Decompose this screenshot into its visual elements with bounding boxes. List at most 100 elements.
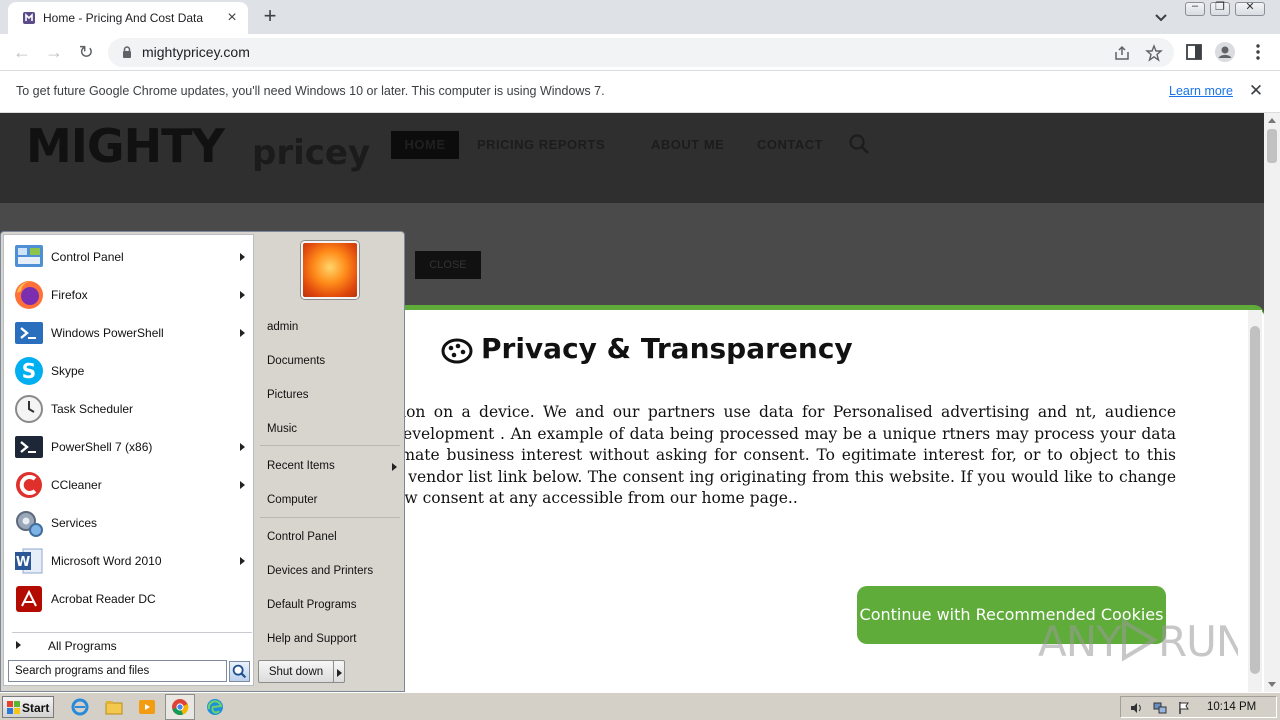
program-skype[interactable]: S Skype [10, 353, 254, 389]
start-item-devices-printers[interactable]: Devices and Printers [267, 565, 373, 577]
start-item-documents[interactable]: Documents [267, 355, 325, 367]
program-powershell-7[interactable]: PowerShell 7 (x86) [10, 429, 254, 465]
nav-home[interactable]: HOME [391, 131, 459, 159]
taskbar-chrome[interactable] [165, 694, 195, 720]
site-logo-sub[interactable]: pricey [252, 133, 370, 173]
profile-avatar-icon[interactable] [1215, 42, 1235, 62]
network-icon[interactable] [1153, 701, 1167, 715]
page-scrollbar[interactable] [1264, 113, 1280, 692]
start-search-input[interactable]: Search programs and files [8, 660, 227, 682]
taskbar-clock[interactable]: 10:14 PM [1207, 701, 1256, 713]
firefox-icon [15, 281, 43, 309]
site-favicon-icon [23, 12, 35, 24]
ccleaner-icon [16, 472, 42, 498]
all-programs-item[interactable]: All Programs [12, 632, 252, 653]
scroll-up-icon[interactable] [1268, 118, 1276, 123]
all-programs-label: All Programs [48, 639, 117, 653]
tab-close-icon[interactable]: × [222, 8, 242, 28]
menu-divider [260, 445, 400, 446]
start-label: Start [22, 701, 50, 715]
program-label: Firefox [51, 288, 88, 302]
learn-more-link[interactable]: Learn more [1169, 84, 1233, 98]
acrobat-icon [16, 586, 42, 612]
svg-text:ANY: ANY [1038, 617, 1122, 666]
nav-contact[interactable]: CONTACT [757, 137, 823, 152]
program-label: Control Panel [51, 250, 124, 264]
site-logo[interactable]: MIGHTY [26, 119, 225, 173]
media-player-icon[interactable] [137, 697, 157, 717]
share-icon[interactable] [1113, 44, 1131, 62]
program-label: Microsoft Word 2010 [51, 554, 162, 568]
start-menu: Control Panel Firefox Windows PowerShell… [0, 231, 405, 692]
program-windows-powershell[interactable]: Windows PowerShell [10, 315, 254, 351]
task-scheduler-icon [15, 395, 43, 423]
edge-icon[interactable] [205, 697, 225, 717]
side-panel-icon[interactable] [1184, 42, 1204, 62]
start-item-music[interactable]: Music [267, 423, 297, 435]
program-firefox[interactable]: Firefox [10, 277, 254, 313]
new-tab-button[interactable]: + [258, 5, 282, 29]
start-item-default-programs[interactable]: Default Programs [267, 599, 356, 611]
tab-strip: Home - Pricing And Cost Data × + – ❐ ✕ [0, 0, 1280, 34]
start-item-admin[interactable]: admin [267, 321, 298, 333]
restore-button[interactable]: ❐ [1210, 1, 1230, 16]
program-label: Windows PowerShell [51, 326, 164, 340]
nav-pricing-reports[interactable]: PRICING REPORTS [477, 137, 605, 152]
chevron-right-icon [337, 669, 342, 677]
program-microsoft-word[interactable]: W Microsoft Word 2010 [10, 543, 254, 579]
submenu-arrow-icon [240, 291, 245, 299]
start-button[interactable]: Start [2, 696, 54, 718]
chrome-icon [172, 699, 189, 715]
address-bar[interactable]: mightypricey.com [108, 38, 1174, 67]
program-label: Skype [51, 364, 85, 378]
back-icon[interactable]: ← [10, 40, 34, 64]
submenu-arrow-icon [240, 253, 245, 261]
start-item-help-support[interactable]: Help and Support [267, 633, 357, 645]
svg-text:RUN: RUN [1158, 617, 1238, 666]
consent-title: Privacy & Transparency [481, 332, 853, 365]
internet-explorer-icon[interactable] [70, 697, 90, 717]
anyrun-watermark: ANY RUN [1038, 617, 1238, 666]
infobar-close-icon[interactable]: ✕ [1246, 81, 1266, 101]
window-close-button[interactable]: ✕ [1235, 1, 1265, 16]
url-text: mightypricey.com [142, 44, 250, 60]
start-item-control-panel[interactable]: Control Panel [267, 531, 337, 543]
nav-about-me[interactable]: ABOUT ME [651, 137, 724, 152]
shutdown-options-button[interactable] [333, 660, 345, 683]
skype-icon: S [15, 357, 43, 385]
action-center-flag-icon[interactable] [1177, 701, 1191, 715]
start-item-recent-items[interactable]: Recent Items [267, 460, 335, 472]
volume-icon[interactable] [1129, 701, 1143, 715]
scroll-down-icon[interactable] [1268, 682, 1276, 687]
program-label: Acrobat Reader DC [51, 592, 156, 606]
start-item-computer[interactable]: Computer [267, 494, 318, 506]
reload-icon[interactable]: ↻ [74, 40, 98, 64]
program-services[interactable]: Services [10, 505, 254, 541]
powershell-icon [15, 322, 43, 344]
start-places-pane: admin Documents Pictures Music Recent It… [256, 234, 404, 690]
shutdown-button[interactable]: Shut down [258, 660, 334, 683]
program-acrobat-reader[interactable]: Acrobat Reader DC [10, 581, 254, 617]
menu-kebab-icon[interactable] [1248, 42, 1268, 62]
program-ccleaner[interactable]: CCleaner [10, 467, 254, 503]
word-icon: W [15, 548, 43, 574]
search-icon[interactable] [229, 661, 250, 682]
bookmark-star-icon[interactable] [1145, 44, 1163, 62]
browser-toolbar: ← → ↻ mightypricey.com [0, 34, 1280, 71]
page-scroll-thumb[interactable] [1267, 129, 1277, 163]
powershell7-icon [15, 436, 43, 458]
file-explorer-icon[interactable] [104, 697, 124, 717]
consent-scroll-thumb[interactable] [1250, 326, 1260, 674]
minimize-button[interactable]: – [1185, 0, 1205, 16]
forward-icon[interactable]: → [42, 40, 66, 64]
user-avatar[interactable] [301, 241, 359, 299]
tab-search-icon[interactable] [1150, 6, 1172, 28]
browser-tab[interactable]: Home - Pricing And Cost Data × [8, 2, 248, 34]
program-control-panel[interactable]: Control Panel [10, 239, 254, 275]
submenu-arrow-icon [392, 463, 397, 471]
system-tray: 10:14 PM [1120, 696, 1277, 718]
start-item-pictures[interactable]: Pictures [267, 389, 309, 401]
site-search-icon[interactable] [848, 133, 870, 155]
submenu-arrow-icon [240, 443, 245, 451]
program-task-scheduler[interactable]: Task Scheduler [10, 391, 254, 427]
